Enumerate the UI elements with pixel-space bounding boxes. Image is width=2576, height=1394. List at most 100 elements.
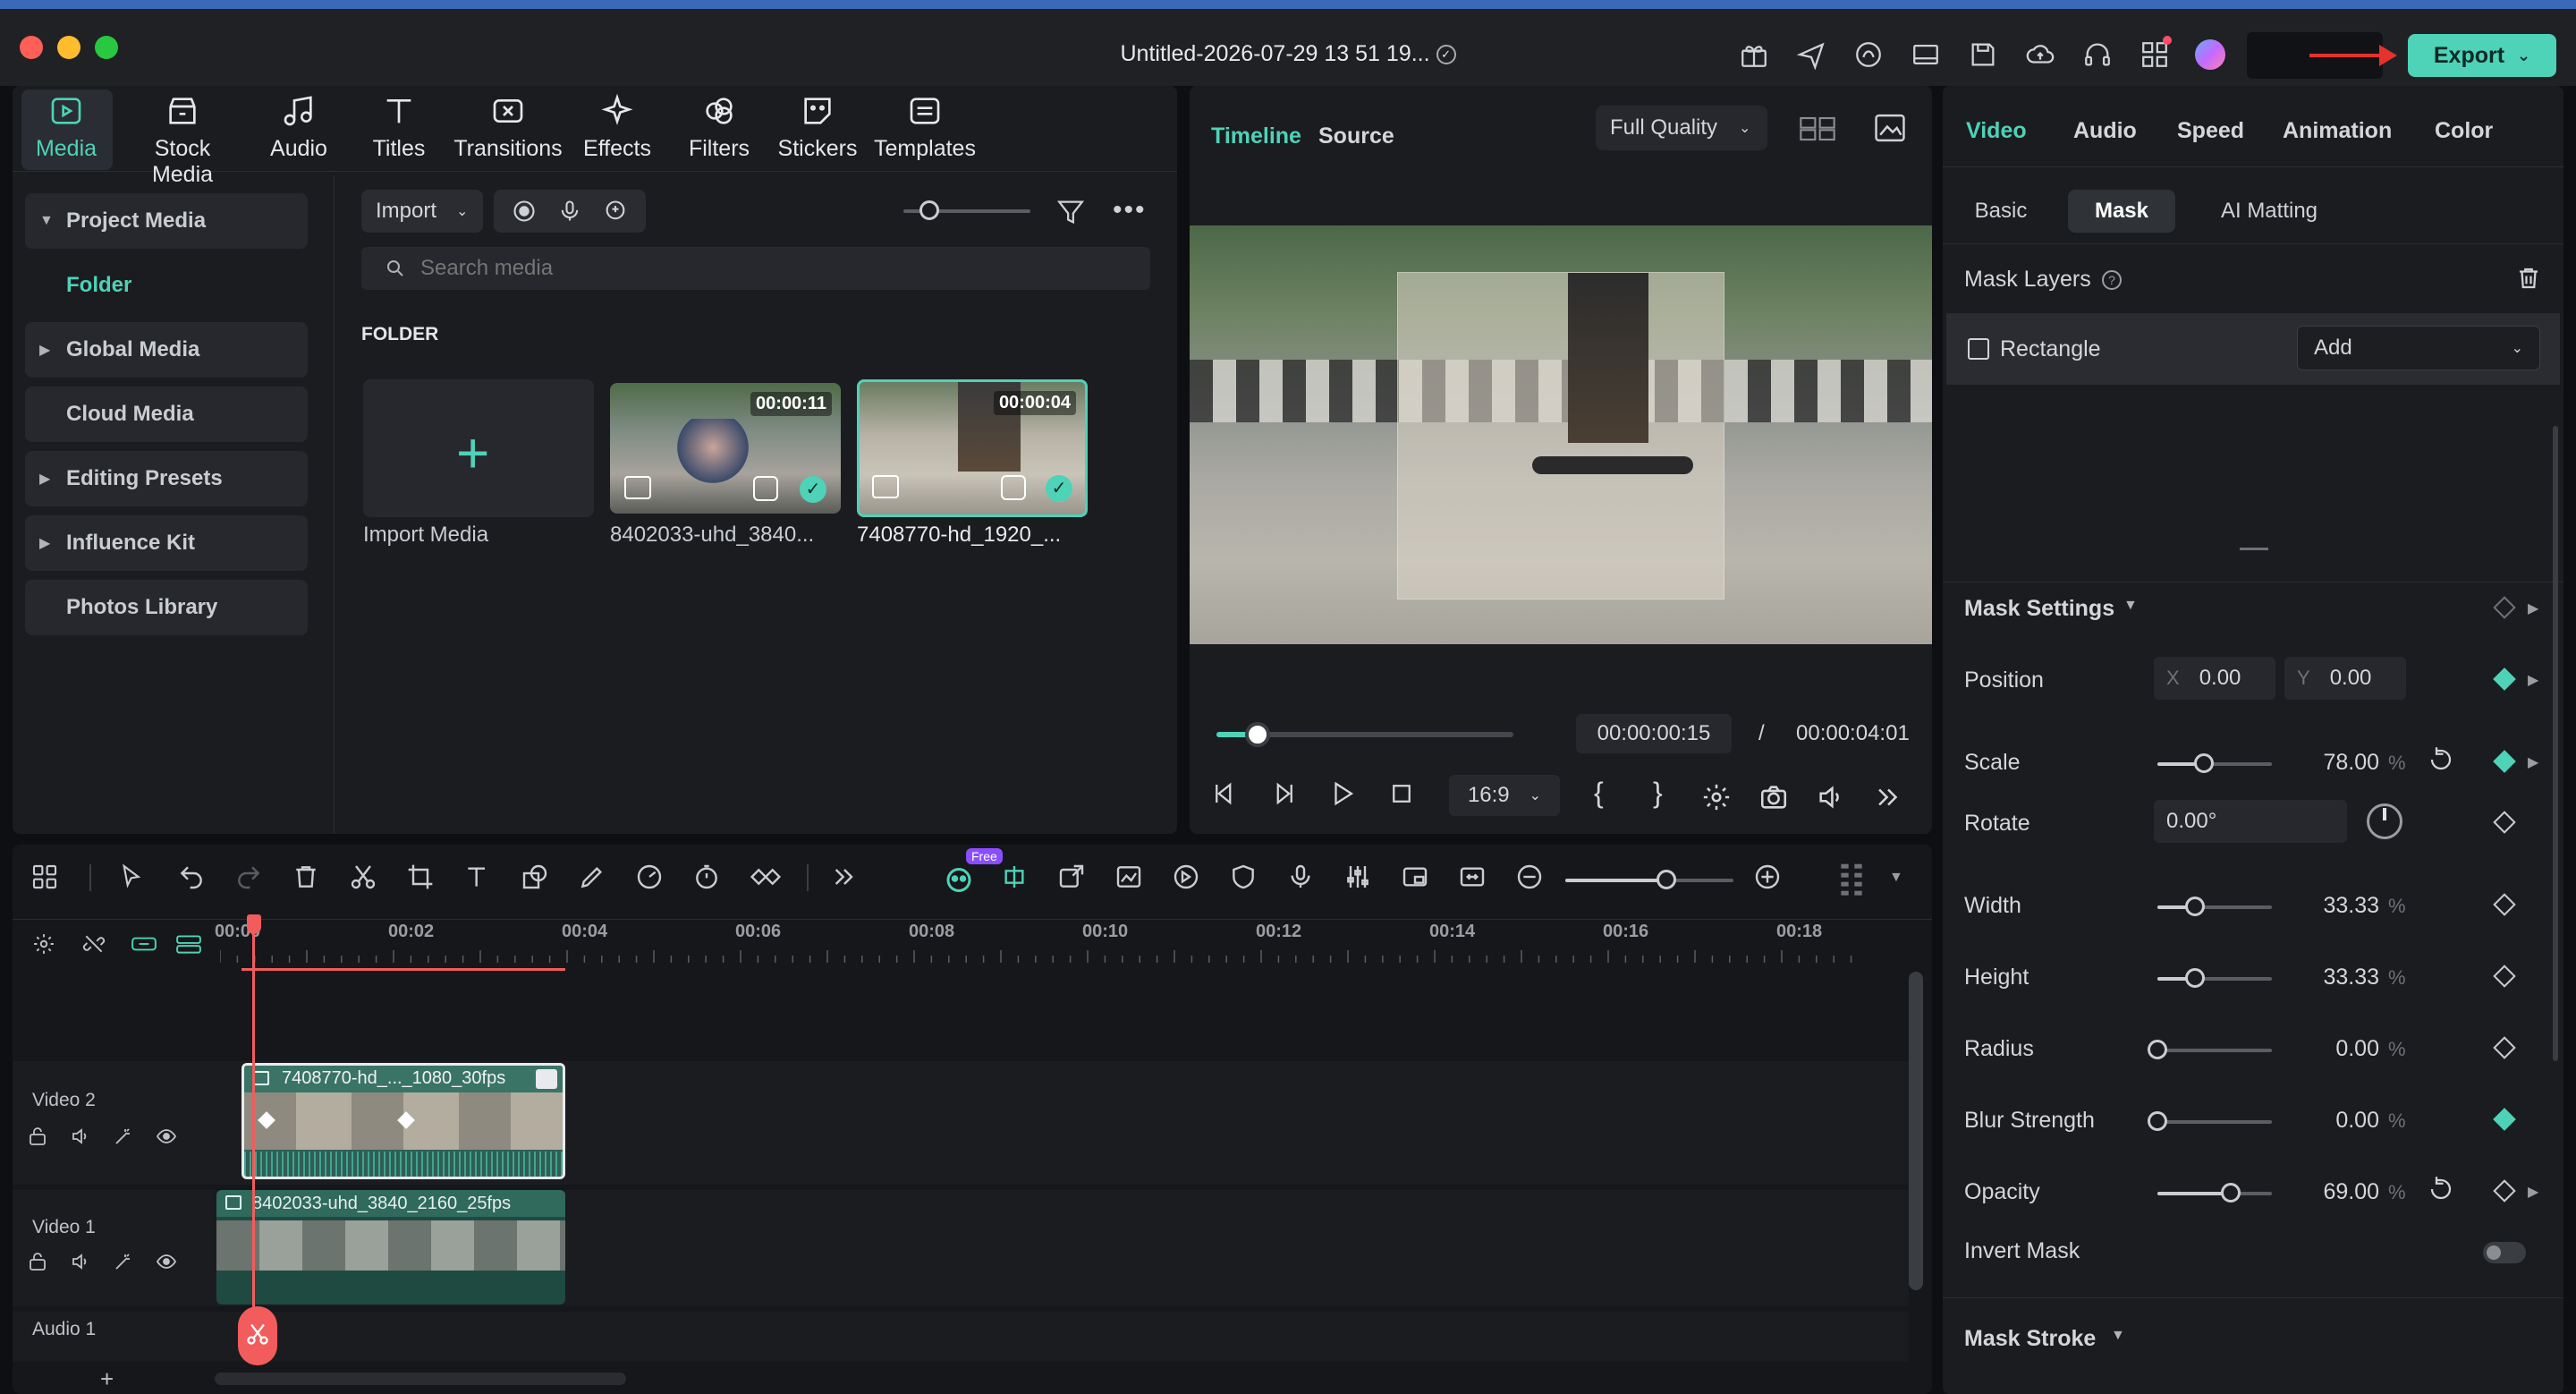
mask-settings-label[interactable]: Mask Settings (1964, 596, 2114, 622)
share-icon[interactable] (1796, 39, 1826, 71)
next-frame-icon[interactable] (1270, 780, 1329, 807)
clip-thumbnail-2[interactable]: 00:00:04 ✓ (857, 379, 1088, 517)
shape-icon[interactable] (521, 863, 551, 893)
record-screen-icon[interactable] (512, 199, 537, 224)
auto-reframe-icon[interactable] (1000, 863, 1030, 893)
tab-speed[interactable]: Speed (2177, 118, 2244, 144)
sidebar-item-folder[interactable]: Folder (25, 258, 308, 313)
timeline-vertical-scrollbar[interactable] (1909, 972, 1923, 1290)
collapse-triangle-icon[interactable]: ▼ (2111, 1328, 2125, 1344)
layer-checkbox[interactable] (1968, 338, 1989, 360)
unlink-icon[interactable] (82, 932, 106, 956)
slider-knob[interactable] (2148, 1040, 2167, 1059)
toolbar-tab-transitions[interactable]: Transitions (451, 93, 565, 162)
trash-icon[interactable] (2515, 265, 2542, 292)
play-icon[interactable] (1329, 780, 1388, 807)
current-time[interactable]: 00:00:00:15 (1576, 714, 1732, 753)
tips-icon[interactable] (1853, 39, 1884, 70)
layout-grid-icon[interactable] (30, 863, 61, 893)
opacity-value[interactable]: 69.00 (2281, 1179, 2379, 1205)
grid-view-icon[interactable] (1800, 115, 1835, 143)
playback-progress[interactable] (1216, 722, 1513, 747)
add-track-plus-icon[interactable]: + (100, 1365, 114, 1393)
filter-icon[interactable] (1055, 197, 1086, 227)
toolbar-tab-effects[interactable]: Effects (560, 93, 674, 162)
search-input[interactable] (420, 256, 1118, 281)
blur-strength-slider[interactable] (2148, 1111, 2272, 1131)
caret-right-icon[interactable]: ▶ (2528, 671, 2538, 689)
audio-mixer-icon[interactable] (1343, 863, 1374, 893)
tab-source[interactable]: Source (1318, 123, 1394, 149)
add-track-icon[interactable] (175, 932, 201, 956)
mask-stroke-label[interactable]: Mask Stroke (1964, 1326, 2096, 1352)
timeline-zoom-slider[interactable] (1565, 870, 1733, 889)
speaker-icon[interactable] (70, 1251, 93, 1274)
prev-frame-icon[interactable] (1211, 780, 1270, 807)
clip-thumbnail-1[interactable]: 00:00:11 ✓ (610, 383, 841, 514)
crop-icon[interactable] (406, 863, 436, 893)
more-controls-icon[interactable] (1873, 782, 1903, 812)
undo-icon[interactable] (177, 863, 208, 893)
sidebar-item-photos-library[interactable]: Photos Library (25, 580, 308, 635)
speaker-icon[interactable] (70, 1126, 93, 1149)
stop-icon[interactable] (1388, 780, 1447, 807)
toolbar-tab-filters[interactable]: Filters (662, 93, 776, 162)
playhead-handle[interactable] (247, 914, 261, 934)
track-layout-icon[interactable] (1837, 863, 1868, 896)
invert-mask-toggle[interactable] (2483, 1242, 2526, 1263)
thumbnail-size-slider[interactable] (903, 200, 1030, 220)
ai-copilot-icon[interactable] (943, 863, 973, 893)
toolbar-tab-templates[interactable]: Templates (868, 93, 982, 162)
image-edit-icon[interactable] (1114, 863, 1145, 893)
zoom-in-icon[interactable] (1753, 863, 1784, 893)
pen-icon[interactable] (578, 863, 608, 893)
import-dropdown[interactable]: Import ⌄ (361, 190, 483, 233)
more-tools-icon[interactable] (830, 863, 860, 893)
collapse-triangle-icon[interactable]: ▼ (2123, 598, 2138, 614)
zoom-out-icon[interactable] (1515, 863, 1546, 893)
subtab-basic[interactable]: Basic (1959, 190, 2043, 233)
pip-icon[interactable] (1401, 863, 1431, 893)
radius-slider[interactable] (2148, 1040, 2272, 1059)
delete-icon[interactable] (292, 863, 322, 893)
lock-icon[interactable] (27, 1126, 50, 1149)
add-mask-dropdown[interactable]: Add ⌄ (2297, 326, 2540, 370)
subtab-ai-matting[interactable]: AI Matting (2184, 190, 2354, 233)
time-ruler[interactable] (219, 948, 1902, 963)
search-bar[interactable] (361, 247, 1150, 290)
fit-icon[interactable] (1458, 863, 1488, 893)
microphone-icon[interactable] (557, 199, 582, 224)
work-area-bar[interactable] (242, 968, 565, 971)
shield-icon[interactable] (1229, 863, 1259, 893)
toolbar-tab-stickers[interactable]: Stickers (760, 93, 875, 162)
lock-icon[interactable] (27, 1251, 50, 1274)
opacity-slider[interactable] (2157, 1183, 2272, 1203)
height-slider[interactable] (2157, 968, 2272, 988)
layout-icon[interactable] (1911, 39, 1941, 70)
help-icon[interactable]: ? (2102, 270, 2122, 290)
mask-rectangle[interactable] (1397, 272, 1724, 599)
resize-handle[interactable] (2240, 548, 2268, 550)
sidebar-item-global-media[interactable]: ▶ Global Media (25, 322, 308, 378)
motion-track-icon[interactable] (1172, 863, 1202, 893)
playhead-line[interactable] (252, 918, 255, 1342)
link-icon[interactable] (131, 932, 157, 956)
more-options-icon[interactable]: ••• (1113, 195, 1147, 225)
clip-video-2[interactable]: 7408770-hd_..._1080_30fps (242, 1063, 565, 1179)
video-preview[interactable] (1190, 225, 1932, 644)
playhead-split-button[interactable] (238, 1306, 277, 1365)
width-value[interactable]: 33.33 (2281, 893, 2379, 919)
eye-icon[interactable] (156, 1126, 179, 1149)
height-value[interactable]: 33.33 (2281, 965, 2379, 990)
subtab-mask[interactable]: Mask (2068, 190, 2175, 233)
sidebar-item-cloud-media[interactable]: Cloud Media (25, 387, 308, 442)
apps-grid-icon[interactable] (2140, 36, 2172, 70)
keyframe-path-icon[interactable] (750, 863, 782, 893)
sidebar-item-project-media[interactable]: ▼ Project Media (25, 193, 308, 249)
radius-value[interactable]: 0.00 (2281, 1036, 2379, 1062)
tab-video[interactable]: Video (1966, 118, 2027, 144)
position-x-field[interactable]: X 0.00 (2154, 657, 2275, 700)
tab-color[interactable]: Color (2435, 118, 2493, 144)
speed-icon[interactable] (635, 863, 665, 893)
microphone-record-icon[interactable] (1286, 863, 1317, 893)
